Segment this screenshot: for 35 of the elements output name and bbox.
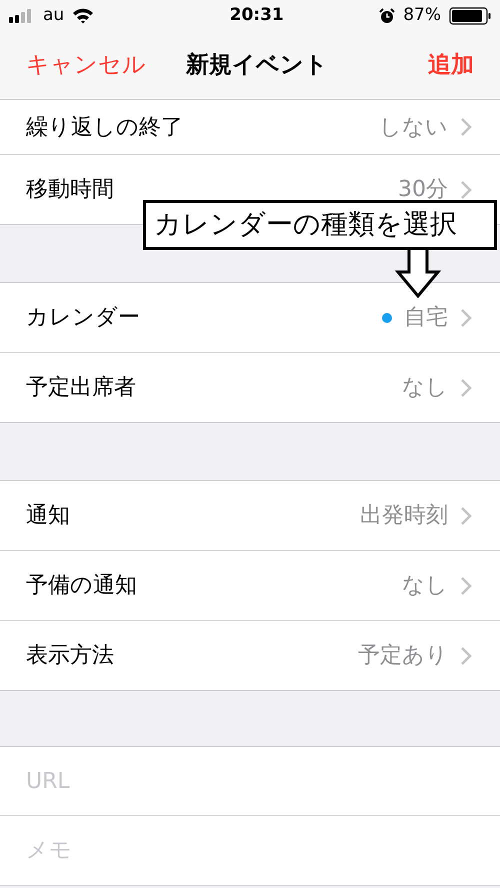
row-label: カレンダー bbox=[26, 304, 140, 332]
row-value: なし bbox=[402, 572, 448, 600]
wifi-icon bbox=[72, 8, 94, 24]
row-label: 移動時間 bbox=[26, 176, 114, 204]
row-label: 予定出席者 bbox=[26, 374, 136, 402]
chevron-icon bbox=[460, 506, 472, 526]
carrier-name: au bbox=[43, 4, 64, 28]
text-field[interactable]: URL bbox=[0, 746, 500, 816]
chevron-icon bbox=[460, 180, 472, 200]
battery-icon bbox=[449, 7, 491, 25]
settings-row[interactable]: 通知 出発時刻 bbox=[0, 481, 500, 551]
row-value: 出発時刻 bbox=[360, 502, 448, 530]
chevron-icon bbox=[460, 378, 472, 398]
row-label: 予備の通知 bbox=[26, 572, 137, 600]
chevron-icon bbox=[460, 646, 472, 666]
settings-row[interactable]: 表示方法 予定あり bbox=[0, 621, 500, 690]
row-value: なし bbox=[402, 374, 448, 402]
row-value: 自宅 bbox=[404, 304, 448, 332]
settings-row[interactable]: 予備の通知 なし bbox=[0, 551, 500, 621]
row-label: 表示方法 bbox=[26, 642, 114, 670]
alarm-icon bbox=[379, 8, 396, 24]
settings-row[interactable]: 繰り返しの終了 しない bbox=[0, 100, 500, 155]
row-label: 繰り返しの終了 bbox=[26, 114, 183, 142]
chevron-icon bbox=[460, 117, 472, 137]
chevron-icon bbox=[460, 308, 472, 328]
callout-tooltip: カレンダーの種類を選択 bbox=[143, 200, 497, 250]
status-time: 20:31 bbox=[230, 4, 284, 28]
row-label: 通知 bbox=[26, 502, 70, 530]
settings-row[interactable]: 予定出席者 なし bbox=[0, 353, 500, 422]
row-value: 予定あり bbox=[358, 642, 448, 670]
text-field[interactable]: メモ bbox=[0, 816, 500, 886]
battery-percent: 87% bbox=[403, 4, 441, 28]
chevron-icon bbox=[460, 576, 472, 596]
nav-title: 新規イベント bbox=[186, 51, 328, 80]
row-value: しない bbox=[379, 114, 448, 142]
